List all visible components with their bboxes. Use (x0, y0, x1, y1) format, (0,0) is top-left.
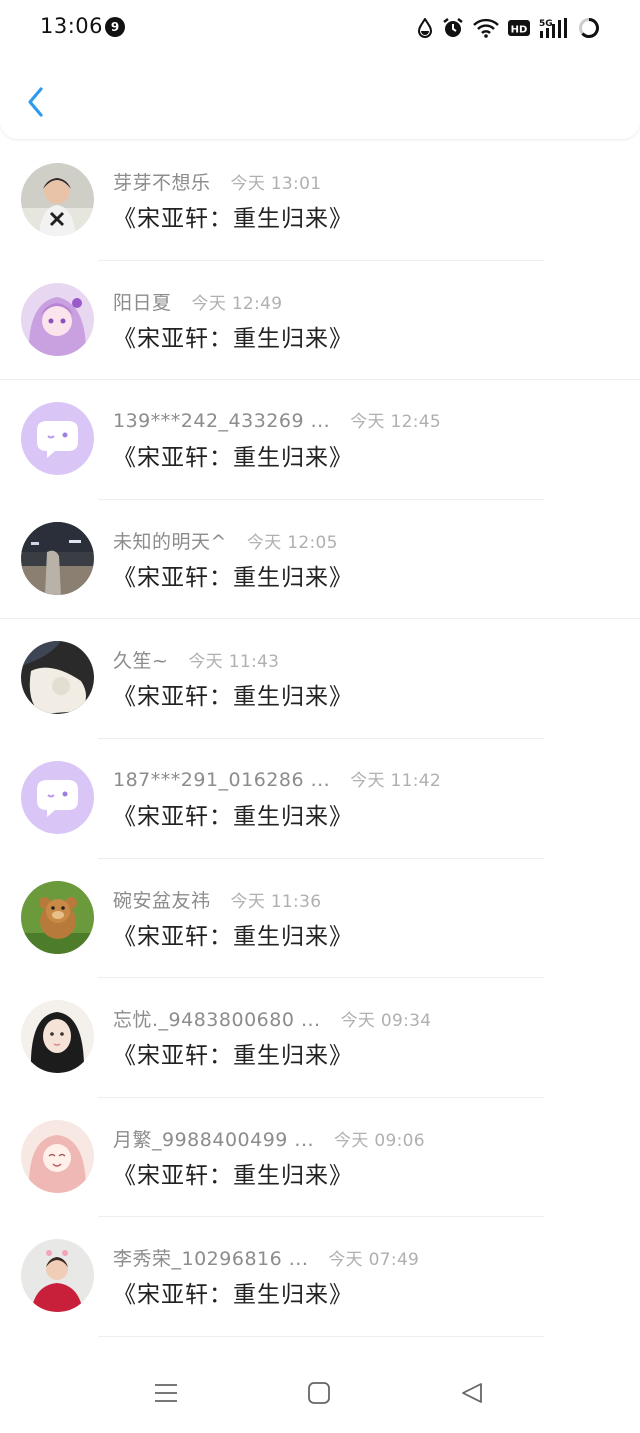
sender-name: 碗安盆友祎 (113, 889, 211, 912)
default-chat-avatar[interactable] (21, 402, 94, 476)
message-time: 今天 11:42 (350, 770, 442, 791)
avatar-bear-cartoon[interactable] (21, 880, 94, 954)
avatar-cat-photo[interactable] (21, 641, 94, 715)
message-item[interactable]: 月繁_9988400499 ... 今天 09:06 《宋亚轩：重生归来》 (0, 1098, 640, 1218)
message-meta: 忘忧._9483800680 ... 今天 09:34 (113, 1005, 431, 1032)
alarm-icon (442, 17, 464, 39)
sender-name: 未知的明天^ (113, 530, 227, 553)
avatar-girl-portrait[interactable] (21, 1000, 94, 1074)
message-item[interactable]: 139***242_433269 ... 今天 12:45 《宋亚轩：重生归来》 (0, 380, 640, 500)
message-item[interactable]: 未知的明天^ 今天 12:05 《宋亚轩：重生归来》 (0, 500, 640, 620)
divider (98, 1335, 544, 1337)
message-item[interactable]: 久笙~ 今天 11:43 《宋亚轩：重生归来》 (0, 619, 640, 739)
chevron-left-icon (26, 86, 44, 122)
message-time: 今天 09:34 (340, 1011, 432, 1032)
hd-icon: HD (508, 19, 530, 37)
sender-name: 芽芽不想乐 (113, 172, 211, 194)
message-time: 今天 07:49 (328, 1250, 420, 1271)
message-meta: 碗安盆友祎 今天 11:36 (113, 886, 321, 913)
message-time: 今天 12:05 (246, 532, 338, 553)
message-time: 今天 11:43 (188, 652, 280, 673)
message-title: 《宋亚轩：重生归来》 (113, 325, 353, 352)
message-title: 《宋亚轩：重生归来》 (113, 923, 353, 950)
message-item[interactable]: 李秀荣_10296816 ... 今天 07:49 《宋亚轩：重生归来》 (0, 1217, 640, 1337)
sender-name: 阳日夏 (113, 291, 172, 314)
home-icon (307, 1381, 331, 1409)
message-meta: 月繁_9988400499 ... 今天 09:06 (113, 1125, 425, 1152)
menu-icon (154, 1382, 178, 1408)
avatar-night-street[interactable] (21, 521, 94, 595)
message-time: 今天 12:45 (350, 412, 442, 433)
status-time: 13:06 (40, 14, 104, 38)
message-title: 《宋亚轩：重生归来》 (113, 1043, 353, 1070)
message-title: 《宋亚轩：重生归来》 (113, 445, 353, 472)
message-title: 《宋亚轩：重生归来》 (113, 803, 353, 830)
message-meta: 未知的明天^ 今天 12:05 (113, 527, 338, 554)
svg-text:HD: HD (511, 25, 528, 36)
menu-button[interactable] (151, 1380, 181, 1410)
battery-icon (578, 17, 600, 39)
message-title: 《宋亚轩：重生归来》 (113, 684, 353, 711)
default-chat-avatar[interactable] (21, 760, 94, 834)
signal-5g-icon: 5G (539, 17, 569, 39)
message-meta: 芽芽不想乐 今天 13:01 (113, 168, 321, 195)
message-item[interactable]: 碗安盆友祎 今天 11:36 《宋亚轩：重生归来》 (0, 859, 640, 979)
message-meta: 187***291_016286 ... 今天 11:42 (113, 766, 441, 791)
message-time: 今天 12:49 (191, 293, 283, 314)
message-item[interactable]: 阳日夏 今天 12:49 《宋亚轩：重生归来》 (0, 261, 640, 381)
sender-name: 李秀荣_10296816 ... (113, 1248, 309, 1271)
message-title: 《宋亚轩：重生归来》 (113, 564, 353, 591)
notification-badge: 9 (105, 17, 125, 37)
water-drop-icon (417, 18, 433, 38)
message-item[interactable]: 187***291_016286 ... 今天 11:42 《宋亚轩：重生归来》 (0, 739, 640, 859)
message-time: 今天 11:36 (230, 891, 322, 912)
header: 13:06 9 HD 5G (0, 0, 640, 139)
sender-name: 久笙~ (113, 650, 169, 673)
home-button[interactable] (304, 1380, 334, 1410)
message-title: 《宋亚轩：重生归来》 (113, 1162, 353, 1189)
status-bar: 13:06 9 HD 5G (0, 0, 640, 56)
sender-name: 月繁_9988400499 ... (113, 1128, 315, 1151)
avatar-woman-red[interactable] (21, 1239, 94, 1313)
message-list: 芽芽不想乐 今天 13:01 《宋亚轩：重生归来》 阳日夏 今天 12:49 《宋亚轩：重… (0, 141, 640, 1337)
sender-name: 忘忧._9483800680 ... (113, 1009, 321, 1032)
sender-name: 139***242_433269 ... (113, 410, 331, 433)
avatar-anime-purple[interactable] (21, 282, 94, 356)
message-item[interactable]: 芽芽不想乐 今天 13:01 《宋亚轩：重生归来》 (0, 141, 640, 261)
back-button[interactable] (20, 84, 50, 124)
message-time: 今天 13:01 (230, 174, 322, 194)
wifi-icon (473, 18, 499, 38)
message-item[interactable]: 忘忧._9483800680 ... 今天 09:34 《宋亚轩：重生归来》 (0, 978, 640, 1098)
message-meta: 李秀荣_10296816 ... 今天 07:49 (113, 1244, 419, 1271)
message-meta: 阳日夏 今天 12:49 (113, 288, 282, 315)
message-meta: 久笙~ 今天 11:43 (113, 646, 279, 673)
message-title: 《宋亚轩：重生归来》 (113, 1282, 353, 1309)
avatar-pink-anime[interactable] (21, 1119, 94, 1193)
message-time: 今天 09:06 (334, 1130, 425, 1151)
message-title: 《宋亚轩：重生归来》 (113, 206, 353, 232)
sender-name: 187***291_016286 ... (113, 768, 331, 791)
system-nav-bar (0, 1360, 640, 1428)
back-triangle-icon (460, 1381, 484, 1409)
back-nav-button[interactable] (457, 1380, 487, 1410)
message-meta: 139***242_433269 ... 今天 12:45 (113, 407, 441, 432)
status-icons: HD 5G (417, 15, 600, 41)
svg-text:5G: 5G (539, 19, 553, 29)
avatar-child-photo[interactable] (21, 163, 94, 236)
